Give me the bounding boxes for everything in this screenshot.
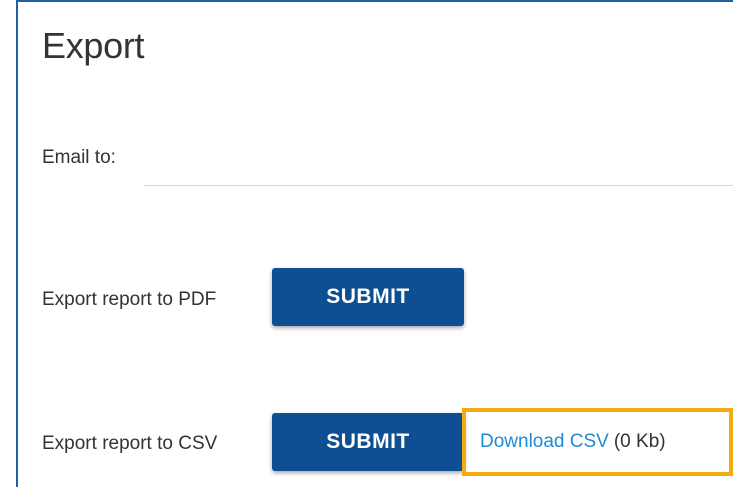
export-csv-submit-button[interactable]: SUBMIT	[272, 413, 464, 471]
export-csv-label: Export report to CSV	[42, 433, 218, 454]
download-csv-link[interactable]: Download CSV	[480, 431, 609, 453]
email-label: Email to:	[42, 147, 116, 168]
download-csv-highlight: Download CSV (0 Kb)	[462, 408, 733, 476]
email-field[interactable]	[144, 142, 733, 186]
export-panel: Export Email to: Export report to PDF SU…	[16, 0, 733, 487]
export-pdf-label: Export report to PDF	[42, 289, 217, 310]
export-pdf-submit-button[interactable]: SUBMIT	[272, 268, 464, 326]
page-title: Export	[42, 25, 145, 66]
csv-file-size: (0 Kb)	[613, 431, 666, 452]
